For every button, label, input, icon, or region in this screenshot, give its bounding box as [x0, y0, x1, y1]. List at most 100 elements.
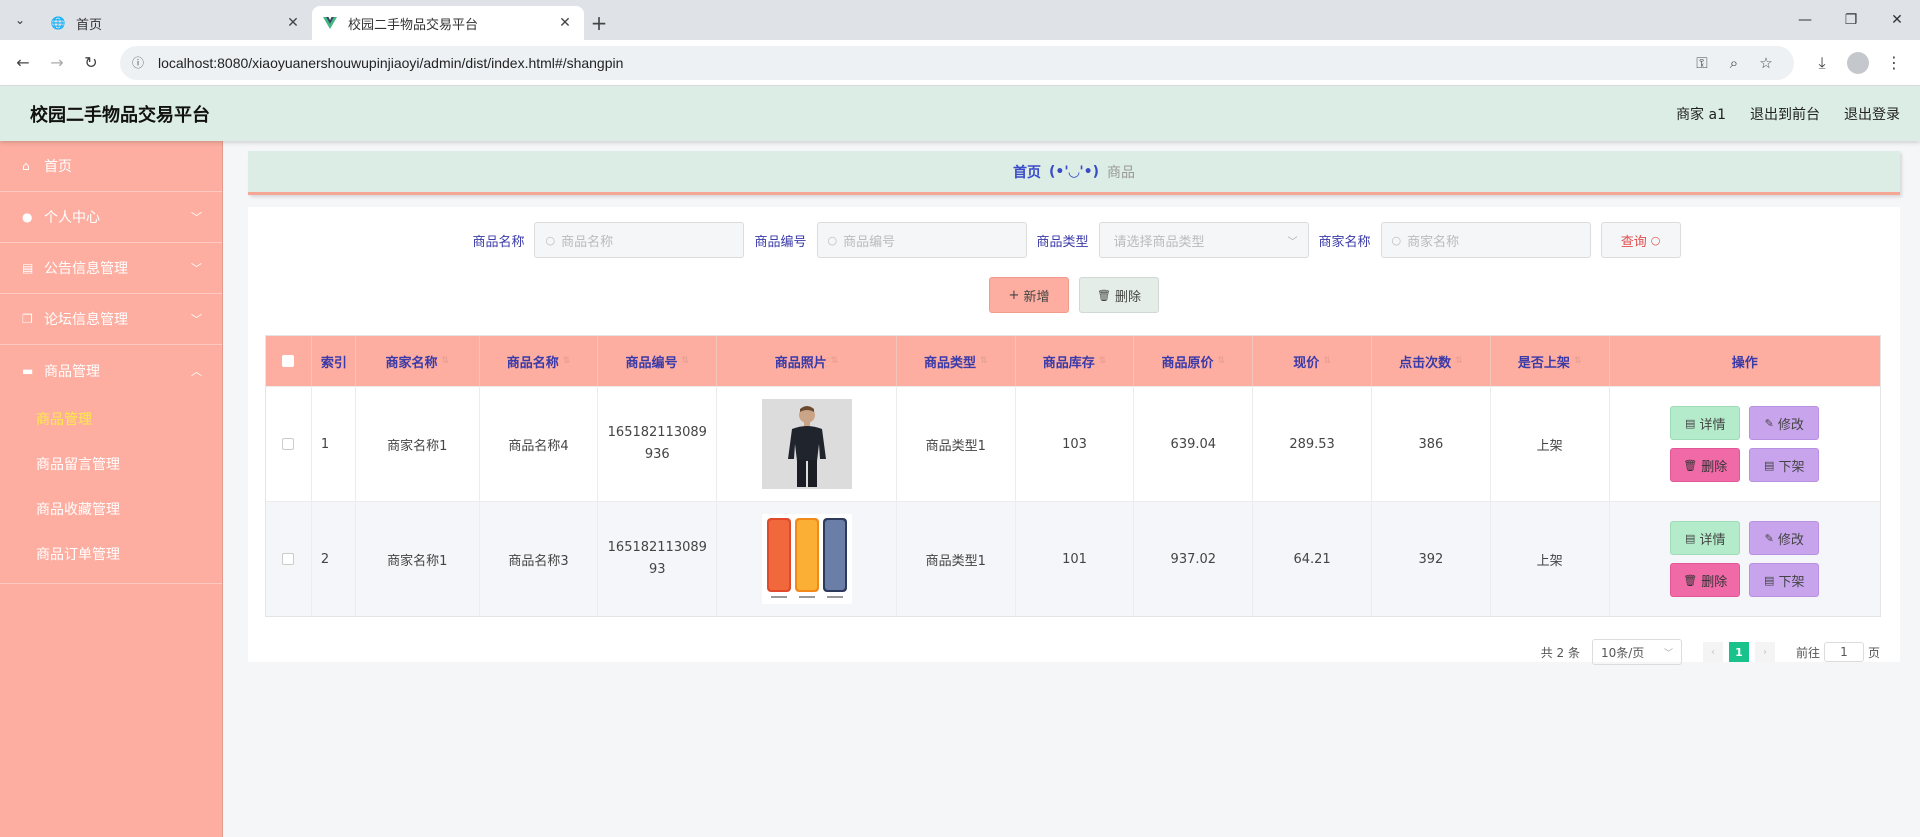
cell-goods-code: 16518211308993 — [607, 540, 707, 577]
sort-icon[interactable]: ⇅ — [1099, 356, 1107, 366]
edit-button[interactable]: ✎ 修改 — [1749, 521, 1820, 555]
detail-label: 详情 — [1699, 532, 1726, 548]
download-icon[interactable]: ⤓ — [1804, 48, 1840, 78]
cell-stock: 101 — [1016, 502, 1135, 616]
sort-icon[interactable]: ⇅ — [1323, 356, 1331, 366]
column-label: 商品名称 — [506, 355, 559, 371]
url-text[interactable]: localhost:8080/xiaoyuanershouwupinjiaoyi… — [158, 55, 1686, 71]
trash-icon: 🗑 — [1683, 573, 1698, 587]
column-header[interactable]: 商品名称 ⇅ — [480, 336, 599, 386]
bookmark-star-icon[interactable]: ☆ — [1750, 54, 1782, 72]
column-label: 现价 — [1293, 355, 1320, 371]
prev-page-icon[interactable]: ‹ — [1702, 642, 1723, 662]
key-icon[interactable]: ⚿ — [1686, 54, 1718, 72]
off-shelf-button[interactable]: ▤ 下架 — [1749, 448, 1820, 482]
add-button[interactable]: + 新增 — [989, 277, 1069, 313]
address-bar[interactable]: ⓘ localhost:8080/xiaoyuanershouwupinjiao… — [120, 45, 1794, 80]
query-button[interactable]: 查询 ○ — [1600, 222, 1681, 258]
shop-name-input[interactable]: ○ 商家名称 — [1380, 222, 1591, 258]
sort-icon[interactable]: ⇅ — [831, 356, 839, 366]
next-page-icon[interactable]: › — [1754, 642, 1775, 662]
tab-search-icon[interactable]: ⌄ — [6, 6, 34, 34]
browser-tab-platform[interactable]: 校园二手物品交易平台 ✕ — [312, 6, 584, 40]
column-label: 索引 — [320, 355, 347, 371]
restore-icon[interactable]: ❐ — [1828, 0, 1874, 40]
column-label: 商品编号 — [625, 355, 678, 371]
column-header[interactable]: 点击次数 ⇅ — [1372, 336, 1491, 386]
cell-goods-type: 商品类型1 — [897, 387, 1016, 501]
column-header[interactable]: 商家名称 ⇅ — [356, 336, 480, 386]
sort-icon[interactable]: ⇅ — [441, 356, 449, 366]
submenu-label: 商品管理 — [36, 411, 92, 428]
select-all-checkbox[interactable] — [282, 355, 295, 367]
detail-button[interactable]: ▤ 详情 — [1670, 406, 1741, 440]
profile-avatar-icon[interactable] — [1847, 51, 1869, 74]
chevron-down-icon: ﹀ — [1287, 236, 1298, 248]
row-checkbox[interactable] — [282, 438, 295, 450]
reload-icon[interactable]: ↻ — [76, 48, 106, 78]
row-checkbox[interactable] — [282, 553, 295, 565]
delete-button[interactable]: 🗑 删除 — [1670, 448, 1741, 482]
column-header[interactable]: 商品编号 ⇅ — [598, 336, 718, 386]
submenu-goods-orders[interactable]: 商品订单管理 — [0, 531, 222, 576]
sidebar-item-goods[interactable]: ▬ 商品管理 ︿ — [0, 345, 222, 396]
column-header[interactable]: 是否上架 ⇅ — [1491, 336, 1610, 386]
sidebar-item-personal-center[interactable]: ● 个人中心 ﹀ — [0, 192, 222, 243]
cell-operations: ▤ 详情 ✎ 修改 🗑 删除 ▤ 下架 — [1610, 502, 1880, 616]
sort-icon[interactable]: ⇅ — [563, 356, 571, 366]
copy-icon: ❐ — [22, 312, 33, 326]
submenu-goods-favorites[interactable]: 商品收藏管理 — [0, 486, 222, 531]
sort-icon[interactable]: ⇅ — [1574, 356, 1582, 366]
site-info-icon[interactable]: ⓘ — [132, 54, 150, 71]
browser-toolbar: ← → ↻ ⓘ localhost:8080/xiaoyuanershouwup… — [0, 40, 1920, 86]
sidebar-divider — [0, 576, 222, 584]
browser-tab-bar: ⌄ 🌐 首页 ✕ 校园二手物品交易平台 ✕ + — ❐ ✕ — [0, 0, 1920, 40]
back-to-front-link[interactable]: 退出到前台 — [1750, 104, 1820, 124]
edit-button[interactable]: ✎ 修改 — [1749, 406, 1820, 440]
delete-button[interactable]: 🗑 删除 — [1670, 563, 1741, 597]
close-window-icon[interactable]: ✕ — [1874, 0, 1920, 40]
column-header[interactable]: 现价 ⇅ — [1253, 336, 1372, 386]
column-header[interactable]: 商品照片 ⇅ — [717, 336, 897, 386]
submenu-goods-comments[interactable]: 商品留言管理 — [0, 441, 222, 486]
black-jacket-photo[interactable] — [761, 399, 852, 489]
minimize-icon[interactable]: — — [1782, 0, 1828, 40]
cell-shop-name: 商家名称1 — [356, 387, 480, 501]
goods-code-input[interactable]: ○ 商品编号 — [816, 222, 1027, 258]
sort-icon[interactable]: ⇅ — [682, 356, 690, 366]
goto-page-input[interactable]: 1 — [1823, 642, 1864, 662]
column-header[interactable]: 商品库存 ⇅ — [1016, 336, 1135, 386]
sidebar-item-notice[interactable]: ▤ 公告信息管理 ﹀ — [0, 243, 222, 294]
detail-button[interactable]: ▤ 详情 — [1670, 521, 1741, 555]
page-size-select[interactable]: 10条/页 ﹀ — [1591, 639, 1682, 665]
new-tab-icon[interactable]: + — [584, 6, 614, 40]
goods-type-select[interactable]: 请选择商品类型 ﹀ — [1098, 222, 1309, 258]
sidebar-item-home[interactable]: ⌂ 首页 — [0, 141, 222, 192]
page-number-current[interactable]: 1 — [1728, 642, 1749, 662]
sidebar-item-forum[interactable]: ❐ 论坛信息管理 ﹀ — [0, 294, 222, 345]
phones-photo[interactable] — [761, 514, 852, 604]
breadcrumb-home[interactable]: 首页 — [1013, 162, 1041, 182]
sidebar-item-label: 公告信息管理 — [44, 261, 128, 277]
column-header[interactable]: 商品类型 ⇅ — [897, 336, 1016, 386]
more-menu-icon[interactable]: ⋮ — [1876, 48, 1912, 78]
search-label: 商品名称 — [472, 234, 525, 250]
search-label: 商家名称 — [1318, 234, 1371, 250]
close-tab-icon[interactable]: ✕ — [284, 15, 302, 31]
column-header[interactable]: 商品原价 ⇅ — [1134, 336, 1254, 386]
sort-icon[interactable]: ⇅ — [980, 356, 988, 366]
off-shelf-button[interactable]: ▤ 下架 — [1749, 563, 1820, 597]
submenu-goods-management[interactable]: 商品管理 — [0, 396, 222, 441]
sort-icon[interactable]: ⇅ — [1218, 356, 1226, 366]
logout-link[interactable]: 退出登录 — [1844, 104, 1900, 124]
back-icon[interactable]: ← — [8, 48, 38, 78]
cell-goods-photo — [717, 387, 897, 501]
goods-name-input[interactable]: ○ 商品名称 — [534, 222, 745, 258]
forward-icon[interactable]: → — [42, 48, 72, 78]
sort-icon[interactable]: ⇅ — [1455, 356, 1463, 366]
cell-index: 1 — [312, 387, 356, 501]
close-tab-icon[interactable]: ✕ — [556, 15, 574, 31]
zoom-icon[interactable]: ⌕ — [1718, 54, 1750, 72]
browser-tab-home[interactable]: 🌐 首页 ✕ — [40, 6, 312, 40]
batch-delete-button[interactable]: 🗑 删除 — [1079, 277, 1159, 313]
